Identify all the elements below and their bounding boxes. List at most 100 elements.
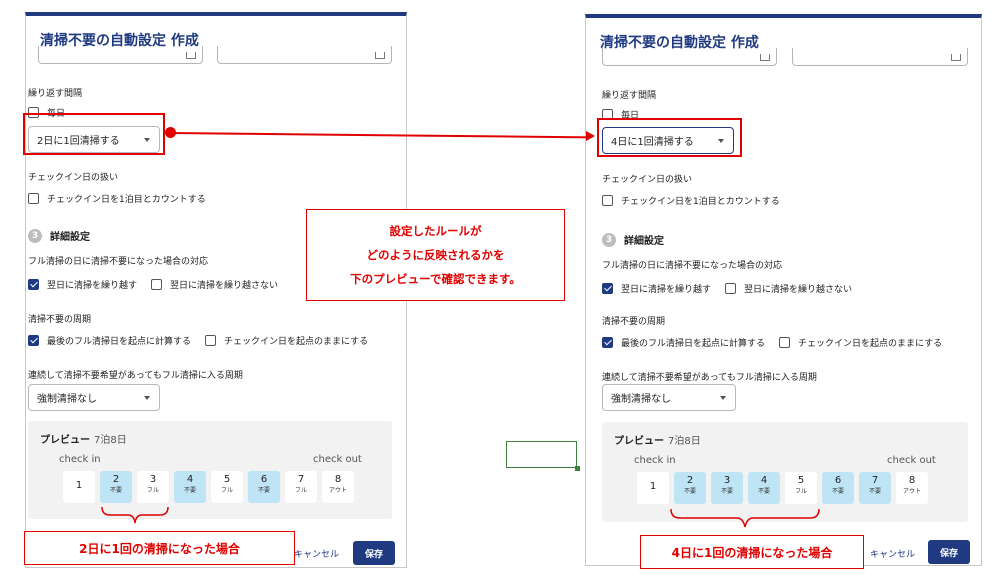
day-status: 不要 — [757, 488, 770, 495]
cycle-options: 最後のフル清掃日を起点に計算する チェックイン日を起点のままにする — [602, 336, 942, 349]
day-status: フル — [146, 487, 159, 494]
checkin-count-label: チェックイン日を1泊目とカウントする — [621, 197, 780, 207]
cancel-button[interactable]: キャンセル — [870, 547, 915, 560]
carry-over-options: 翌日に清掃を繰り越す 翌日に清掃を繰り越さない — [28, 278, 278, 291]
selection-cursor — [506, 441, 580, 471]
day-status: フル — [294, 487, 307, 494]
from-last-full-checkbox[interactable] — [602, 337, 613, 348]
save-button[interactable]: 保存 — [353, 541, 395, 565]
caption-right: 4日に1回の清掃になった場合 — [640, 535, 864, 569]
preview-stay-info: 7泊8日 — [668, 436, 701, 447]
save-button[interactable]: 保存 — [928, 540, 970, 564]
day-number: 4 — [186, 474, 194, 485]
preview-day-5: 5 フル — [211, 471, 243, 503]
day-status: フル — [220, 487, 233, 494]
forced-cycle-select[interactable]: 強制清掃なし — [28, 384, 160, 411]
day-number: 4 — [760, 475, 768, 486]
details-section-header: 3 詳細設定 — [602, 232, 664, 247]
arrow-head-icon — [586, 131, 595, 141]
highlight-right-interval — [597, 118, 742, 157]
preview-title-text: プレビュー — [40, 435, 90, 446]
preview-day-1: 1 — [63, 471, 95, 503]
day-number: 5 — [223, 474, 231, 485]
details-section-title: 詳細設定 — [624, 236, 664, 247]
day-number: 1 — [649, 481, 657, 492]
repeat-label: 繰り返す間隔 — [28, 89, 83, 99]
checkin-count-row[interactable]: チェックイン日を1泊目とカウントする — [602, 194, 780, 207]
carry-over-label: 翌日に清掃を繰り越す — [47, 281, 138, 291]
preview-day-2: 2 不要 — [674, 472, 706, 504]
forced-cycle-select[interactable]: 強制清掃なし — [602, 384, 736, 411]
repeat-label: 繰り返す間隔 — [602, 91, 657, 101]
checkin-count-checkbox[interactable] — [28, 193, 39, 204]
forced-cycle-select-value: 強制清掃なし — [37, 394, 97, 405]
day-number: 5 — [797, 475, 805, 486]
annotation-line-3: 下のプレビューで確認できます。 — [350, 272, 521, 286]
day-status: フル — [794, 488, 807, 495]
day-status: アウト — [902, 488, 921, 495]
checkin-count-row[interactable]: チェックイン日を1泊目とカウントする — [28, 192, 206, 205]
details-section-title: 詳細設定 — [50, 232, 90, 243]
preview-day-8: 8 アウト — [896, 472, 928, 504]
caption-left: 2日に1回の清掃になった場合 — [24, 531, 295, 565]
full-clean-day-label: フル清掃の日に清掃不要になった場合の対応 — [602, 261, 783, 271]
preview-day-7: 7 フル — [285, 471, 317, 503]
brace-right — [670, 508, 820, 528]
day-number: 7 — [871, 475, 879, 486]
date-field-start[interactable] — [602, 48, 777, 66]
annotation-line-2: どのように反映されるかを — [366, 248, 505, 262]
date-field-start[interactable] — [38, 46, 203, 64]
no-carry-label: 翌日に清掃を繰り越さない — [744, 285, 853, 295]
cycle-label: 清掃不要の周期 — [28, 315, 92, 325]
day-status: アウト — [328, 487, 347, 494]
carry-over-label: 翌日に清掃を繰り越す — [621, 285, 712, 295]
preview-stay-info: 7泊8日 — [94, 435, 127, 446]
from-last-full-label: 最後のフル清掃日を起点に計算する — [621, 339, 766, 349]
brace-left — [101, 506, 169, 524]
from-checkin-label: チェックイン日を起点のままにする — [798, 339, 943, 349]
section-number-icon: 3 — [602, 232, 616, 247]
check-out-label: check out — [313, 454, 362, 465]
carry-over-checkbox[interactable] — [28, 279, 39, 290]
from-checkin-checkbox[interactable] — [779, 337, 791, 348]
cycle-options: 最後のフル清掃日を起点に計算する チェックイン日を起点のままにする — [28, 334, 368, 347]
date-field-end[interactable] — [217, 46, 392, 64]
no-carry-checkbox[interactable] — [725, 283, 737, 294]
day-status: 不要 — [109, 487, 122, 494]
preview-day-8: 8 アウト — [322, 471, 354, 503]
day-number: 2 — [112, 474, 120, 485]
day-number: 8 — [908, 475, 916, 486]
from-checkin-checkbox[interactable] — [205, 335, 217, 346]
preview-day-strip: 1 2 不要 3 不要 4 不要 5 フル 6 不要 7 不要 8 アウト — [637, 472, 933, 504]
preview-day-7: 7 不要 — [859, 472, 891, 504]
preview-day-2: 2 不要 — [100, 471, 132, 503]
day-number: 6 — [834, 475, 842, 486]
from-checkin-label: チェックイン日を起点のままにする — [224, 337, 369, 347]
forced-cycle-label: 連続して清掃不要希望があってもフル清掃に入る周期 — [28, 371, 243, 381]
carry-over-checkbox[interactable] — [602, 283, 613, 294]
forced-cycle-select-value: 強制清掃なし — [611, 394, 671, 405]
carry-over-options: 翌日に清掃を繰り越す 翌日に清掃を繰り越さない — [602, 282, 852, 295]
check-in-label: check in — [634, 455, 676, 466]
from-last-full-checkbox[interactable] — [28, 335, 39, 346]
check-in-label: check in — [59, 454, 101, 465]
day-status: 不要 — [868, 488, 881, 495]
no-carry-label: 翌日に清掃を繰り越さない — [170, 281, 279, 291]
day-status: 不要 — [683, 488, 696, 495]
preview-day-6: 6 不要 — [248, 471, 280, 503]
details-section-header: 3 詳細設定 — [28, 228, 90, 243]
checkin-count-checkbox[interactable] — [602, 195, 613, 206]
date-field-end[interactable] — [792, 48, 968, 66]
no-carry-checkbox[interactable] — [151, 279, 163, 290]
day-number: 3 — [149, 474, 157, 485]
day-number: 7 — [297, 474, 305, 485]
preview-day-3: 3 不要 — [711, 472, 743, 504]
preview-day-6: 6 不要 — [822, 472, 854, 504]
chevron-down-icon — [720, 396, 726, 400]
preview-title-text: プレビュー — [614, 436, 664, 447]
cancel-button[interactable]: キャンセル — [294, 547, 339, 560]
chevron-down-icon — [144, 396, 150, 400]
preview-day-strip: 1 2 不要 3 フル 4 不要 5 フル 6 不要 7 フル 8 アウト — [63, 471, 359, 503]
from-last-full-label: 最後のフル清掃日を起点に計算する — [47, 337, 192, 347]
cycle-label: 清掃不要の周期 — [602, 317, 666, 327]
